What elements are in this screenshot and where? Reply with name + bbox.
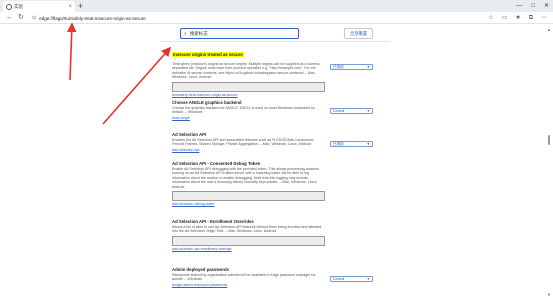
scrollbar[interactable]: ▲ ▼ bbox=[547, 27, 551, 297]
scroll-down-icon[interactable]: ▼ bbox=[547, 292, 551, 297]
address-text: edge://flags/#unsafely-treat-insecure-or… bbox=[39, 15, 146, 21]
debug-token-textarea[interactable] bbox=[172, 191, 325, 202]
flag-select[interactable]: Default ▼ bbox=[330, 276, 373, 282]
tab-title: 实验 bbox=[14, 3, 23, 9]
chevron-down-icon: ▼ bbox=[366, 109, 370, 113]
refresh-button[interactable]: ↻ bbox=[18, 13, 24, 23]
select-value: 已禁用 bbox=[333, 64, 344, 69]
flag-title: Insecure origins treated as secure bbox=[172, 52, 244, 57]
flag-item: Ad Selection API - Consented Debug Token… bbox=[172, 161, 382, 207]
origins-textarea[interactable] bbox=[172, 81, 325, 92]
flag-title: Choose ANGLE graphics backend bbox=[172, 100, 242, 105]
browser-window: 实验 × + — □ ✕ ← ↻ ⊙ edge://flags/#unsafel… bbox=[0, 0, 553, 299]
chevron-down-icon: ▼ bbox=[366, 65, 370, 69]
select-value: Default bbox=[333, 109, 345, 113]
back-button[interactable]: ← bbox=[6, 13, 13, 23]
scroll-up-icon[interactable]: ▲ bbox=[547, 27, 551, 32]
flag-link[interactable]: #ad-selection-api-enrollment-override bbox=[172, 247, 382, 252]
flag-item: Choose ANGLE graphics backend Choose the… bbox=[172, 100, 382, 120]
window-controls: — □ ✕ bbox=[516, 1, 549, 11]
favorite-icon[interactable]: ☆ bbox=[488, 14, 493, 22]
favorites-icon[interactable]: ★ bbox=[515, 14, 520, 22]
flags-page: ⌕ 搜索标志 全部重置 Insecure origins treated as … bbox=[0, 25, 553, 299]
split-screen-icon[interactable]: ▭ bbox=[502, 14, 508, 22]
flag-link[interactable]: #edge-admin-deployed-passwords bbox=[172, 283, 382, 288]
flask-icon bbox=[6, 3, 12, 10]
flag-description: Choose the graphics backend for ANGLE. D… bbox=[172, 106, 315, 115]
flag-item: Insecure origins treated as secure Treat… bbox=[172, 43, 382, 97]
toolbar-actions: ☆ ▭ ★ ⧉ ⋯ bbox=[488, 14, 547, 22]
toolbar: ← ↻ ⊙ edge://flags/#unsafely-treat-insec… bbox=[0, 12, 553, 24]
flag-description: Enables the Ad Selection API and associa… bbox=[172, 138, 315, 147]
flag-select[interactable]: 已禁用 ▼ bbox=[330, 141, 373, 147]
flag-link[interactable]: #ad-selection-api bbox=[172, 148, 382, 153]
flag-link[interactable]: #ad-selection-debug-token bbox=[172, 202, 382, 207]
select-value: Default bbox=[333, 277, 345, 281]
flag-title: Admin deployed passwords bbox=[172, 267, 230, 272]
search-icon: ⌕ bbox=[184, 30, 187, 37]
flag-title: Ad Selection API - Consented Debug Token bbox=[172, 161, 261, 166]
flag-item: Ad Selection API Enables the Ad Selectio… bbox=[172, 132, 382, 152]
minimize-button[interactable]: — bbox=[516, 1, 522, 11]
select-value: 已禁用 bbox=[333, 141, 344, 146]
maximize-button[interactable]: □ bbox=[531, 1, 535, 11]
close-window-button[interactable]: ✕ bbox=[544, 1, 549, 11]
flag-description: Passwords shared by organisation admins … bbox=[172, 273, 316, 282]
divider bbox=[160, 41, 390, 42]
flag-link[interactable]: #use-angle bbox=[172, 116, 382, 121]
collections-icon[interactable]: ⧉ bbox=[529, 14, 533, 22]
flag-title: Ad Selection API - Enrollment Overrides bbox=[172, 219, 254, 224]
reset-all-button[interactable]: 全部重置 bbox=[344, 28, 373, 39]
flag-description: Enable Ad Selection API debugging with t… bbox=[172, 167, 319, 189]
flag-select[interactable]: 已禁用 ▼ bbox=[330, 64, 373, 70]
flag-title: Ad Selection API bbox=[172, 132, 207, 137]
chevron-down-icon: ▼ bbox=[366, 277, 370, 281]
search-value: 搜索标志 bbox=[189, 30, 208, 36]
new-tab-button[interactable]: + bbox=[78, 1, 83, 11]
flag-description: Treat given (insecure) origins as secure… bbox=[172, 62, 321, 80]
flag-description: Allows a list of sites to use Ad Selecti… bbox=[172, 225, 322, 234]
tab-flags[interactable]: 实验 × bbox=[3, 1, 75, 12]
flag-item: Admin deployed passwords Passwords share… bbox=[172, 267, 382, 287]
address-bar[interactable]: ⊙ edge://flags/#unsafely-treat-insecure-… bbox=[32, 14, 452, 22]
scrollbar-thumb[interactable] bbox=[548, 135, 550, 145]
flag-link[interactable]: #unsafely-treat-insecure-origin-as-secur… bbox=[172, 93, 382, 98]
search-input[interactable]: ⌕ 搜索标志 bbox=[180, 28, 299, 39]
chevron-down-icon: ▼ bbox=[366, 142, 370, 146]
enrollment-textarea[interactable] bbox=[172, 235, 325, 246]
close-icon[interactable]: × bbox=[68, 4, 72, 10]
tab-strip: 实验 × + — □ ✕ bbox=[0, 0, 553, 12]
more-icon[interactable]: ⋯ bbox=[541, 14, 547, 22]
flag-select[interactable]: Default ▼ bbox=[330, 108, 373, 114]
edge-page-icon: ⊙ bbox=[32, 15, 37, 21]
flag-item: Ad Selection API - Enrollment Overrides … bbox=[172, 219, 382, 251]
